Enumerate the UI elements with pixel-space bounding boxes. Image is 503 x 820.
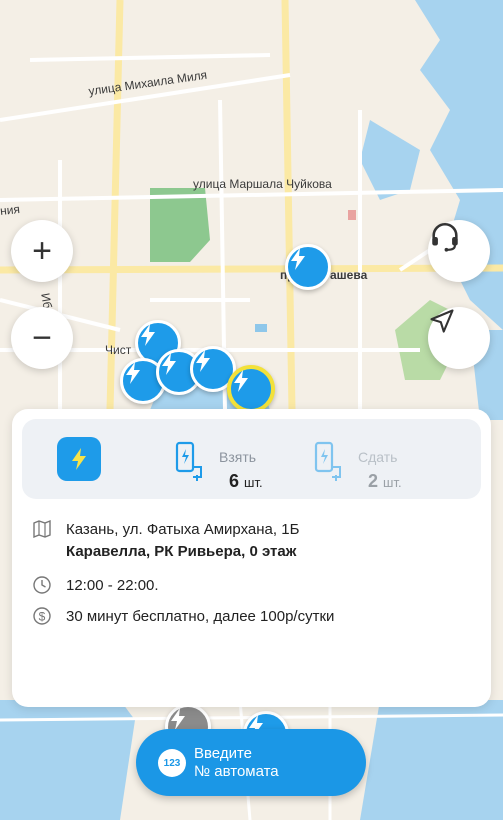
- support-button[interactable]: [428, 220, 490, 282]
- svg-text:$: $: [39, 610, 46, 624]
- return-count-unit: шт.: [383, 475, 402, 490]
- powerbank-take-icon: [175, 441, 202, 481]
- station-address: Казань, ул. Фатыха Амирхана, 1Б: [66, 521, 300, 538]
- dollar-icon: $: [33, 607, 51, 625]
- station-stats: Взять 6 шт. Сдать 2 шт.: [22, 419, 481, 499]
- minus-icon: −: [32, 319, 52, 357]
- enter-machine-number-button[interactable]: 123 Введите № автомата: [136, 729, 366, 796]
- station-info-card[interactable]: Взять 6 шт. Сдать 2 шт. Казань, ул. Фаты…: [12, 409, 491, 707]
- return-label: Сдать: [358, 449, 398, 465]
- cta-label: Введите № автомата: [194, 745, 279, 781]
- street-label: ашева: [330, 268, 368, 282]
- tariff-row: $ 30 минут бесплатно, далее 100р/сутки: [32, 606, 334, 628]
- headset-icon: [432, 223, 458, 252]
- station-logo: [57, 437, 101, 481]
- zoom-in-button[interactable]: +: [11, 220, 73, 282]
- return-count: 2 шт.: [368, 471, 402, 492]
- address-row: Казань, ул. Фатыха Амирхана, 1Б Каравелл…: [32, 519, 299, 563]
- cta-line-2: № автомата: [194, 763, 279, 780]
- zoom-out-button[interactable]: −: [11, 307, 73, 369]
- numbers-badge-icon: 123: [158, 749, 186, 777]
- lightning-icon: [291, 248, 305, 270]
- lightning-icon: [72, 448, 86, 470]
- my-location-button[interactable]: [428, 307, 490, 369]
- street-label: улица Маршала Чуйкова: [193, 177, 332, 191]
- station-place-text: Каравелла, РК Ривьера, 0 этаж: [66, 543, 297, 560]
- street-label: ния: [0, 202, 21, 218]
- take-label: Взять: [219, 449, 257, 465]
- take-count-value: 6: [229, 471, 240, 491]
- clock-icon: [33, 576, 51, 594]
- station-place: Каравелла, РК Ривьера, 0 этаж: [66, 541, 299, 563]
- navigation-arrow-icon: [430, 309, 454, 333]
- station-hours: 12:00 - 22:00.: [66, 577, 159, 594]
- map-icon: [33, 519, 51, 539]
- selected-station-pin[interactable]: [227, 365, 275, 413]
- hours-row: 12:00 - 22:00.: [32, 575, 159, 597]
- station-pin[interactable]: [285, 244, 331, 290]
- lightning-icon: [141, 324, 155, 346]
- lightning-icon: [234, 370, 248, 392]
- plus-icon: +: [32, 232, 52, 270]
- station-tariff: 30 минут бесплатно, далее 100р/сутки: [66, 608, 335, 625]
- take-count: 6 шт.: [229, 471, 263, 492]
- lightning-icon: [196, 350, 210, 372]
- return-count-value: 2: [368, 471, 379, 491]
- lightning-icon: [126, 362, 140, 384]
- take-count-unit: шт.: [244, 475, 263, 490]
- lightning-icon: [162, 353, 176, 375]
- powerbank-return-icon: [314, 441, 341, 481]
- cta-line-1: Введите: [194, 745, 252, 762]
- street-label: Чист: [105, 343, 132, 357]
- lightning-icon: [171, 708, 185, 730]
